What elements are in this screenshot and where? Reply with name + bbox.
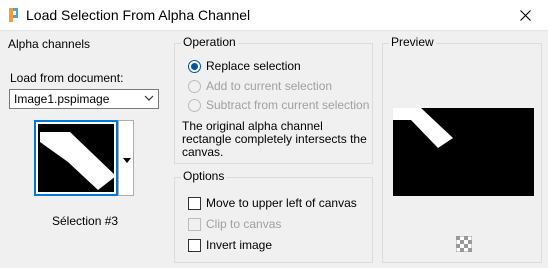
preview-image bbox=[393, 108, 534, 196]
description-line: canvas. bbox=[182, 145, 224, 159]
load-from-document-label: Load from document: bbox=[10, 71, 124, 85]
subtract-from-selection-label: Subtract from current selection bbox=[206, 98, 370, 112]
options-group-label: Options bbox=[181, 169, 227, 183]
close-icon bbox=[519, 10, 531, 21]
move-to-upper-left-label: Move to upper left of canvas bbox=[206, 196, 357, 210]
preview-group-label: Preview bbox=[389, 35, 436, 49]
selection-thumbnail[interactable] bbox=[34, 120, 118, 196]
checkerboard-icon bbox=[455, 235, 473, 253]
triangle-down-icon bbox=[123, 158, 131, 163]
replace-selection-radio[interactable]: Replace selection bbox=[188, 59, 301, 73]
window-title: Load Selection From Alpha Channel bbox=[26, 7, 251, 23]
invert-image-label: Invert image bbox=[206, 238, 273, 252]
chevron-down-icon bbox=[144, 95, 154, 101]
selection-thumbnail-image bbox=[36, 122, 116, 194]
checkbox-icon bbox=[188, 217, 201, 231]
document-select[interactable]: Image1.pspimage bbox=[9, 89, 159, 109]
invert-image-checkbox[interactable]: Invert image bbox=[188, 238, 272, 252]
add-to-selection-radio[interactable]: Add to current selection bbox=[188, 79, 332, 93]
operation-group-label: Operation bbox=[181, 35, 238, 49]
document-select-value: Image1.pspimage bbox=[14, 92, 110, 106]
transparency-toggle-button[interactable] bbox=[455, 235, 473, 255]
checkbox-icon bbox=[188, 196, 201, 210]
radio-checked-icon bbox=[188, 59, 201, 73]
alpha-channels-label: Alpha channels bbox=[8, 37, 91, 51]
operation-description: The original alpha channel rectangle com… bbox=[182, 120, 367, 159]
radio-icon bbox=[188, 98, 201, 112]
title-bar: Load Selection From Alpha Channel bbox=[0, 0, 548, 31]
move-to-upper-left-checkbox[interactable]: Move to upper left of canvas bbox=[188, 196, 357, 210]
replace-selection-label: Replace selection bbox=[206, 59, 301, 73]
paintshop-pro-icon bbox=[9, 8, 18, 22]
checkbox-icon bbox=[188, 238, 201, 252]
selection-name-label: Sélection #3 bbox=[52, 214, 119, 228]
thumbnail-dropdown-button[interactable] bbox=[118, 120, 134, 196]
clip-to-canvas-label: Clip to canvas bbox=[206, 217, 282, 231]
radio-icon bbox=[188, 79, 201, 93]
subtract-from-selection-radio[interactable]: Subtract from current selection bbox=[188, 98, 369, 112]
add-to-selection-label: Add to current selection bbox=[206, 79, 333, 93]
clip-to-canvas-checkbox[interactable]: Clip to canvas bbox=[188, 217, 281, 231]
close-button[interactable] bbox=[502, 0, 548, 31]
